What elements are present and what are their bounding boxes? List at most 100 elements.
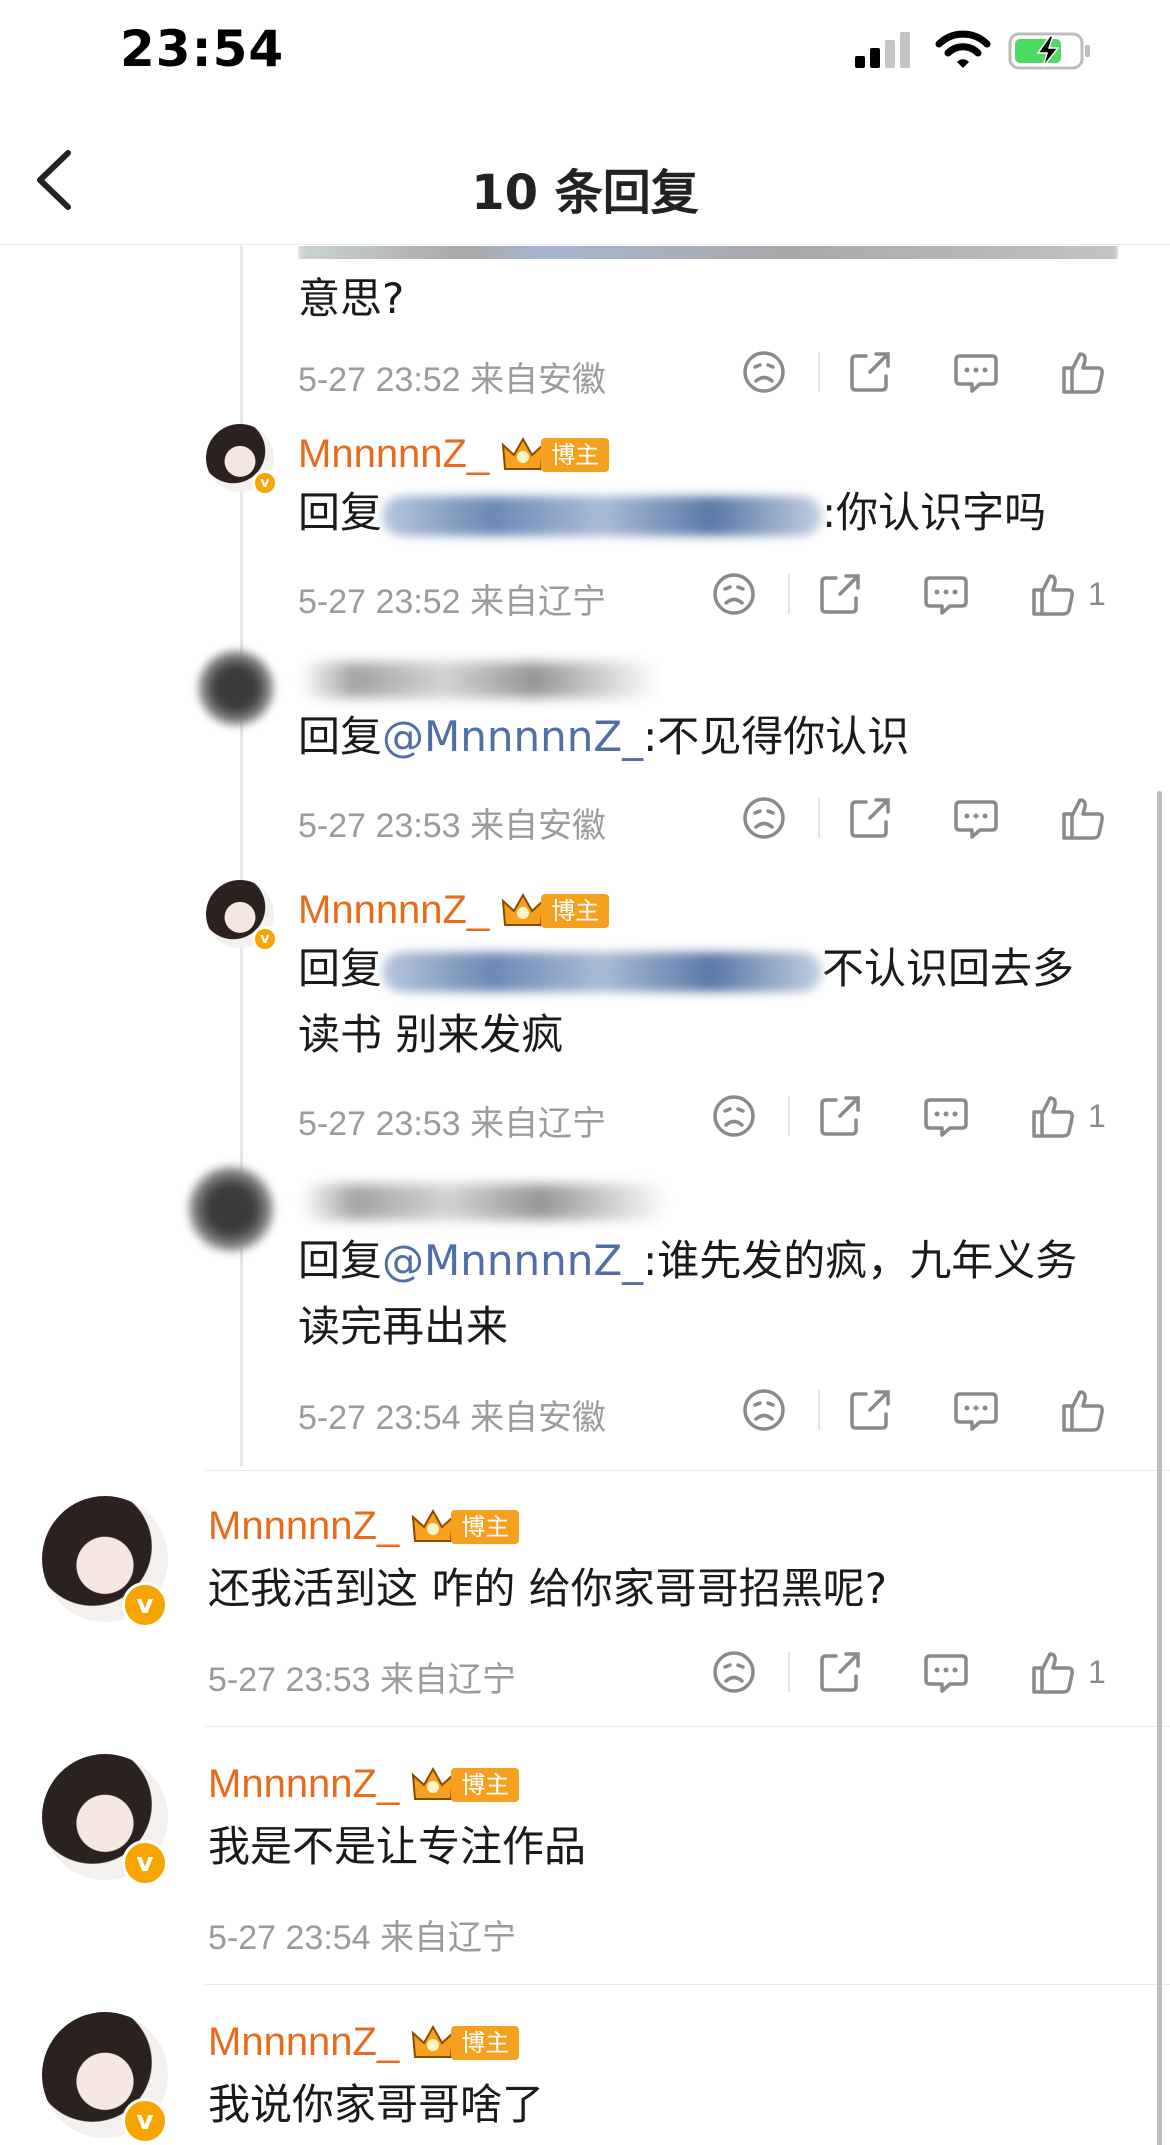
- comment-text: 还我活到这 咋的 给你家哥哥招黑呢?: [208, 1564, 887, 1613]
- battery-charging-icon: [1008, 32, 1090, 70]
- reply-text: 回复 不认识回去多 读书 别来发疯: [298, 936, 1138, 1068]
- reply-body: :不见得你认识: [643, 712, 910, 761]
- blogger-badge: 博主: [541, 437, 610, 472]
- share-icon[interactable]: [846, 794, 894, 842]
- avatar[interactable]: v: [42, 1496, 168, 1628]
- crown-icon: [502, 892, 545, 926]
- reply-text: 回复@MnnnnnZ_:谁先发的疯，九年义务 读完再出来: [298, 1228, 1138, 1360]
- username[interactable]: MnnnnnZ_: [208, 2020, 399, 2065]
- like-icon[interactable]: [1028, 1648, 1076, 1696]
- reply-meta: 5-27 23:52 来自辽宁: [298, 583, 607, 621]
- dislike-icon[interactable]: [740, 348, 788, 396]
- reply-list[interactable]: 意思? 5-27 23:52 来自安徽 v MnnnnnZ_ 博主 回复:你认识…: [0, 246, 1170, 2145]
- like-icon[interactable]: [1028, 1092, 1076, 1140]
- reply-prefix: 回复: [298, 1236, 383, 1285]
- reply-body: :你认识字吗: [822, 488, 1047, 537]
- reply-meta: 5-27 23:52 来自安徽: [298, 361, 607, 399]
- verified-icon: v: [122, 1582, 168, 1628]
- cellular-signal-icon: [855, 32, 915, 68]
- comment-meta: 5-27 23:53 来自辽宁: [208, 1661, 517, 1699]
- reply-actions: [740, 1386, 1106, 1434]
- reply-text: 回复:你认识字吗: [298, 480, 1046, 546]
- dislike-icon[interactable]: [740, 794, 788, 842]
- reply-text: 意思?: [298, 274, 405, 323]
- author-line: MnnnnnZ_ 博主: [208, 1504, 520, 1549]
- dislike-icon[interactable]: [740, 1386, 788, 1434]
- status-bar: 23:54: [0, 0, 1170, 105]
- divider: [205, 1984, 1170, 1985]
- reply-body-line2: 读书 别来发疯: [298, 1010, 564, 1059]
- redacted-username: [300, 1184, 670, 1220]
- crown-icon: [412, 2024, 455, 2058]
- reply-prefix: 回复: [298, 944, 383, 993]
- comment-icon[interactable]: [922, 570, 970, 618]
- reply-text: 回复@MnnnnnZ_:不见得你认识: [298, 704, 909, 770]
- comment-text: 我是不是让专注作品: [208, 1822, 587, 1871]
- avatar[interactable]: v: [42, 1754, 168, 1886]
- like-icon[interactable]: [1058, 348, 1106, 396]
- comment-icon[interactable]: [922, 1092, 970, 1140]
- dislike-icon[interactable]: [710, 570, 758, 618]
- redacted-username: [300, 662, 660, 698]
- reply-actions: [740, 794, 1106, 842]
- reply-meta: 5-27 23:53 来自安徽: [298, 807, 607, 845]
- wifi-icon: [935, 30, 991, 68]
- share-icon[interactable]: [816, 1648, 864, 1696]
- blogger-badge: 博主: [451, 2025, 520, 2060]
- like-icon[interactable]: [1058, 794, 1106, 842]
- comment-icon[interactable]: [952, 794, 1000, 842]
- verified-icon: v: [252, 470, 278, 496]
- avatar[interactable]: v: [206, 424, 278, 496]
- blogger-badge: 博主: [541, 893, 610, 928]
- redacted-mention: [382, 951, 823, 992]
- divider: [205, 1726, 1170, 1727]
- username[interactable]: MnnnnnZ_: [208, 1504, 399, 1549]
- blogger-badge: 博主: [451, 1509, 520, 1544]
- username[interactable]: MnnnnnZ_: [298, 888, 489, 933]
- blogger-badge: 博主: [451, 1767, 520, 1802]
- redacted-mention: [382, 495, 823, 536]
- author-line: MnnnnnZ_ 博主: [298, 888, 610, 933]
- username[interactable]: MnnnnnZ_: [208, 1762, 399, 1807]
- scrollbar[interactable]: [1157, 791, 1162, 2145]
- avatar[interactable]: v: [42, 2012, 168, 2144]
- navigation-bar: 10 条回复: [0, 105, 1170, 245]
- share-icon[interactable]: [816, 1092, 864, 1140]
- mention-link[interactable]: @MnnnnnZ_: [382, 712, 643, 761]
- author-line: MnnnnnZ_ 博主: [208, 1762, 520, 1807]
- comment-icon[interactable]: [922, 1648, 970, 1696]
- avatar[interactable]: v: [206, 880, 278, 952]
- reply-actions: 1: [710, 1092, 1106, 1140]
- verified-icon: v: [252, 926, 278, 952]
- reply-actions: 1: [710, 570, 1106, 618]
- crown-icon: [412, 1508, 455, 1542]
- divider: [205, 1470, 1170, 1471]
- reply-body: :谁先发的疯，九年义务: [643, 1236, 1078, 1285]
- like-count: 1: [1088, 1653, 1106, 1690]
- reply-actions: [740, 348, 1106, 396]
- comment-meta: 5-27 23:54 来自辽宁: [208, 1919, 517, 1957]
- dislike-icon[interactable]: [710, 1648, 758, 1696]
- like-icon[interactable]: [1058, 1386, 1106, 1434]
- username[interactable]: MnnnnnZ_: [298, 432, 489, 477]
- dislike-icon[interactable]: [710, 1092, 758, 1140]
- comment-actions: 1: [710, 1648, 1106, 1696]
- share-icon[interactable]: [846, 1386, 894, 1434]
- verified-icon: v: [122, 1840, 168, 1886]
- like-count: 1: [1088, 1097, 1106, 1134]
- redacted-avatar: [196, 648, 276, 728]
- comment-icon[interactable]: [952, 348, 1000, 396]
- crown-icon: [412, 1766, 455, 1800]
- mention-link[interactable]: @MnnnnnZ_: [382, 1236, 643, 1285]
- reply-prefix: 回复: [298, 712, 383, 761]
- reply-meta: 5-27 23:54 来自安徽: [298, 1399, 607, 1437]
- reply-meta: 5-27 23:53 来自辽宁: [298, 1105, 607, 1143]
- redacted-avatar: [186, 1164, 276, 1254]
- like-count: 1: [1088, 575, 1106, 612]
- share-icon[interactable]: [846, 348, 894, 396]
- share-icon[interactable]: [816, 570, 864, 618]
- cut-off-text: [298, 246, 1118, 259]
- comment-text: 我说你家哥哥啥了: [208, 2080, 545, 2129]
- comment-icon[interactable]: [952, 1386, 1000, 1434]
- like-icon[interactable]: [1028, 570, 1076, 618]
